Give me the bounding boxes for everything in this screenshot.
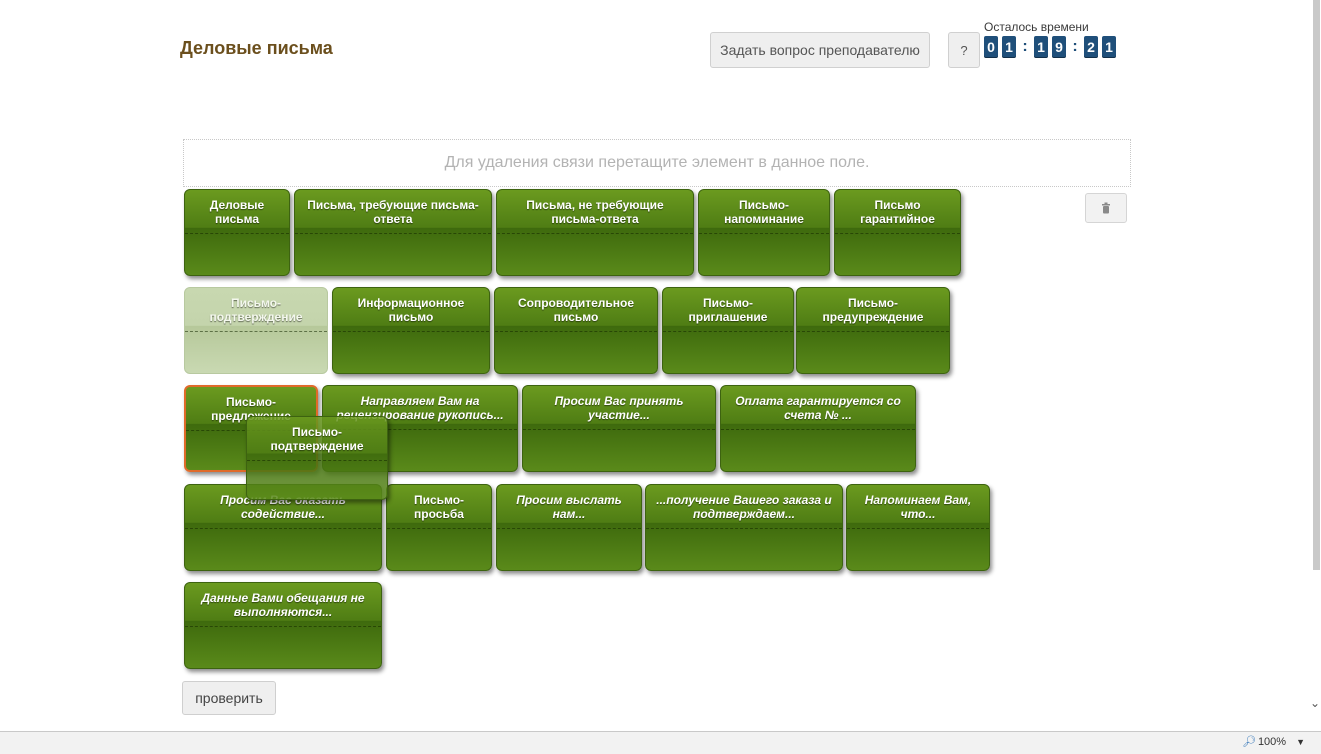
timer-separator: : [1072, 38, 1078, 55]
tile-prosim-vyslat-nam[interactable]: Просим выслать нам... [496, 484, 642, 571]
tile-pismo-preduprezhdenie[interactable]: Письмо-предупреждение [796, 287, 950, 374]
trash-icon [1102, 202, 1110, 214]
zoom-icon: 🔎︎ [1241, 736, 1256, 748]
tile-oplata-garantiruetsya[interactable]: Оплата гарантируется со счета № ... [720, 385, 916, 472]
help-button[interactable]: ? [948, 32, 980, 68]
tile-pismo-podtverzhdenie-placeholder[interactable]: Письмо-подтверждение [184, 287, 328, 374]
zoom-control[interactable]: 🔎︎ 100% ▼ [1241, 735, 1305, 749]
scroll-down-icon[interactable]: ⌄ [1310, 696, 1320, 710]
zoom-level: 100% [1257, 735, 1287, 748]
timer-separator: : [1022, 38, 1028, 55]
timer-digit: 2 [1084, 36, 1098, 58]
tile-poluchenie-zakaza[interactable]: ...получение Вашего заказа и подтверждае… [645, 484, 843, 571]
timer-digit: 1 [1002, 36, 1016, 58]
tile-pismo-garantiynoe[interactable]: Письмо гарантийное [834, 189, 961, 276]
tile-pismo-napominanie[interactable]: Письмо-напоминание [698, 189, 830, 276]
chevron-down-icon[interactable]: ▼ [1296, 737, 1305, 747]
status-bar [0, 731, 1321, 754]
ask-teacher-button[interactable]: Задать вопрос преподавателю [710, 32, 930, 68]
tile-pisma-ne-trebuyushchie-otveta[interactable]: Письма, не требующие письма-ответа [496, 189, 694, 276]
countdown-timer: 0 1 : 1 9 : 2 1 [984, 36, 1120, 58]
check-button[interactable]: проверить [182, 681, 276, 715]
tile-dannye-obeshchaniya[interactable]: Данные Вами обещания не выполняются... [184, 582, 382, 669]
tile-informatsionnoe-pismo[interactable]: Информационное письмо [332, 287, 490, 374]
trash-button[interactable] [1085, 193, 1127, 223]
timer-digit: 1 [1034, 36, 1048, 58]
tile-prosim-prinyat-uchastie[interactable]: Просим Вас принять участие... [522, 385, 716, 472]
dragging-tile-pismo-podtverzhdenie[interactable]: Письмо-подтверждение [246, 416, 388, 500]
tile-delovye-pisma[interactable]: Деловые письма [184, 189, 290, 276]
tile-soprovoditelnoe-pismo[interactable]: Сопроводительное письмо [494, 287, 658, 374]
tile-pismo-priglashenie[interactable]: Письмо-приглашение [662, 287, 794, 374]
timer-label: Осталось времени [984, 20, 1089, 34]
tile-pisma-trebuyushchie-otveta[interactable]: Письма, требующие письма-ответа [294, 189, 492, 276]
tile-pismo-prosba[interactable]: Письмо-просьба [386, 484, 492, 571]
tile-napominaem-vam[interactable]: Напоминаем Вам, что... [846, 484, 990, 571]
timer-digit: 9 [1052, 36, 1066, 58]
page-title: Деловые письма [180, 38, 333, 58]
timer-digit: 1 [1102, 36, 1116, 58]
unlink-dropzone[interactable]: Для удаления связи перетащите элемент в … [183, 139, 1131, 187]
timer-digit: 0 [984, 36, 998, 58]
scrollbar-thumb[interactable] [1313, 0, 1320, 570]
